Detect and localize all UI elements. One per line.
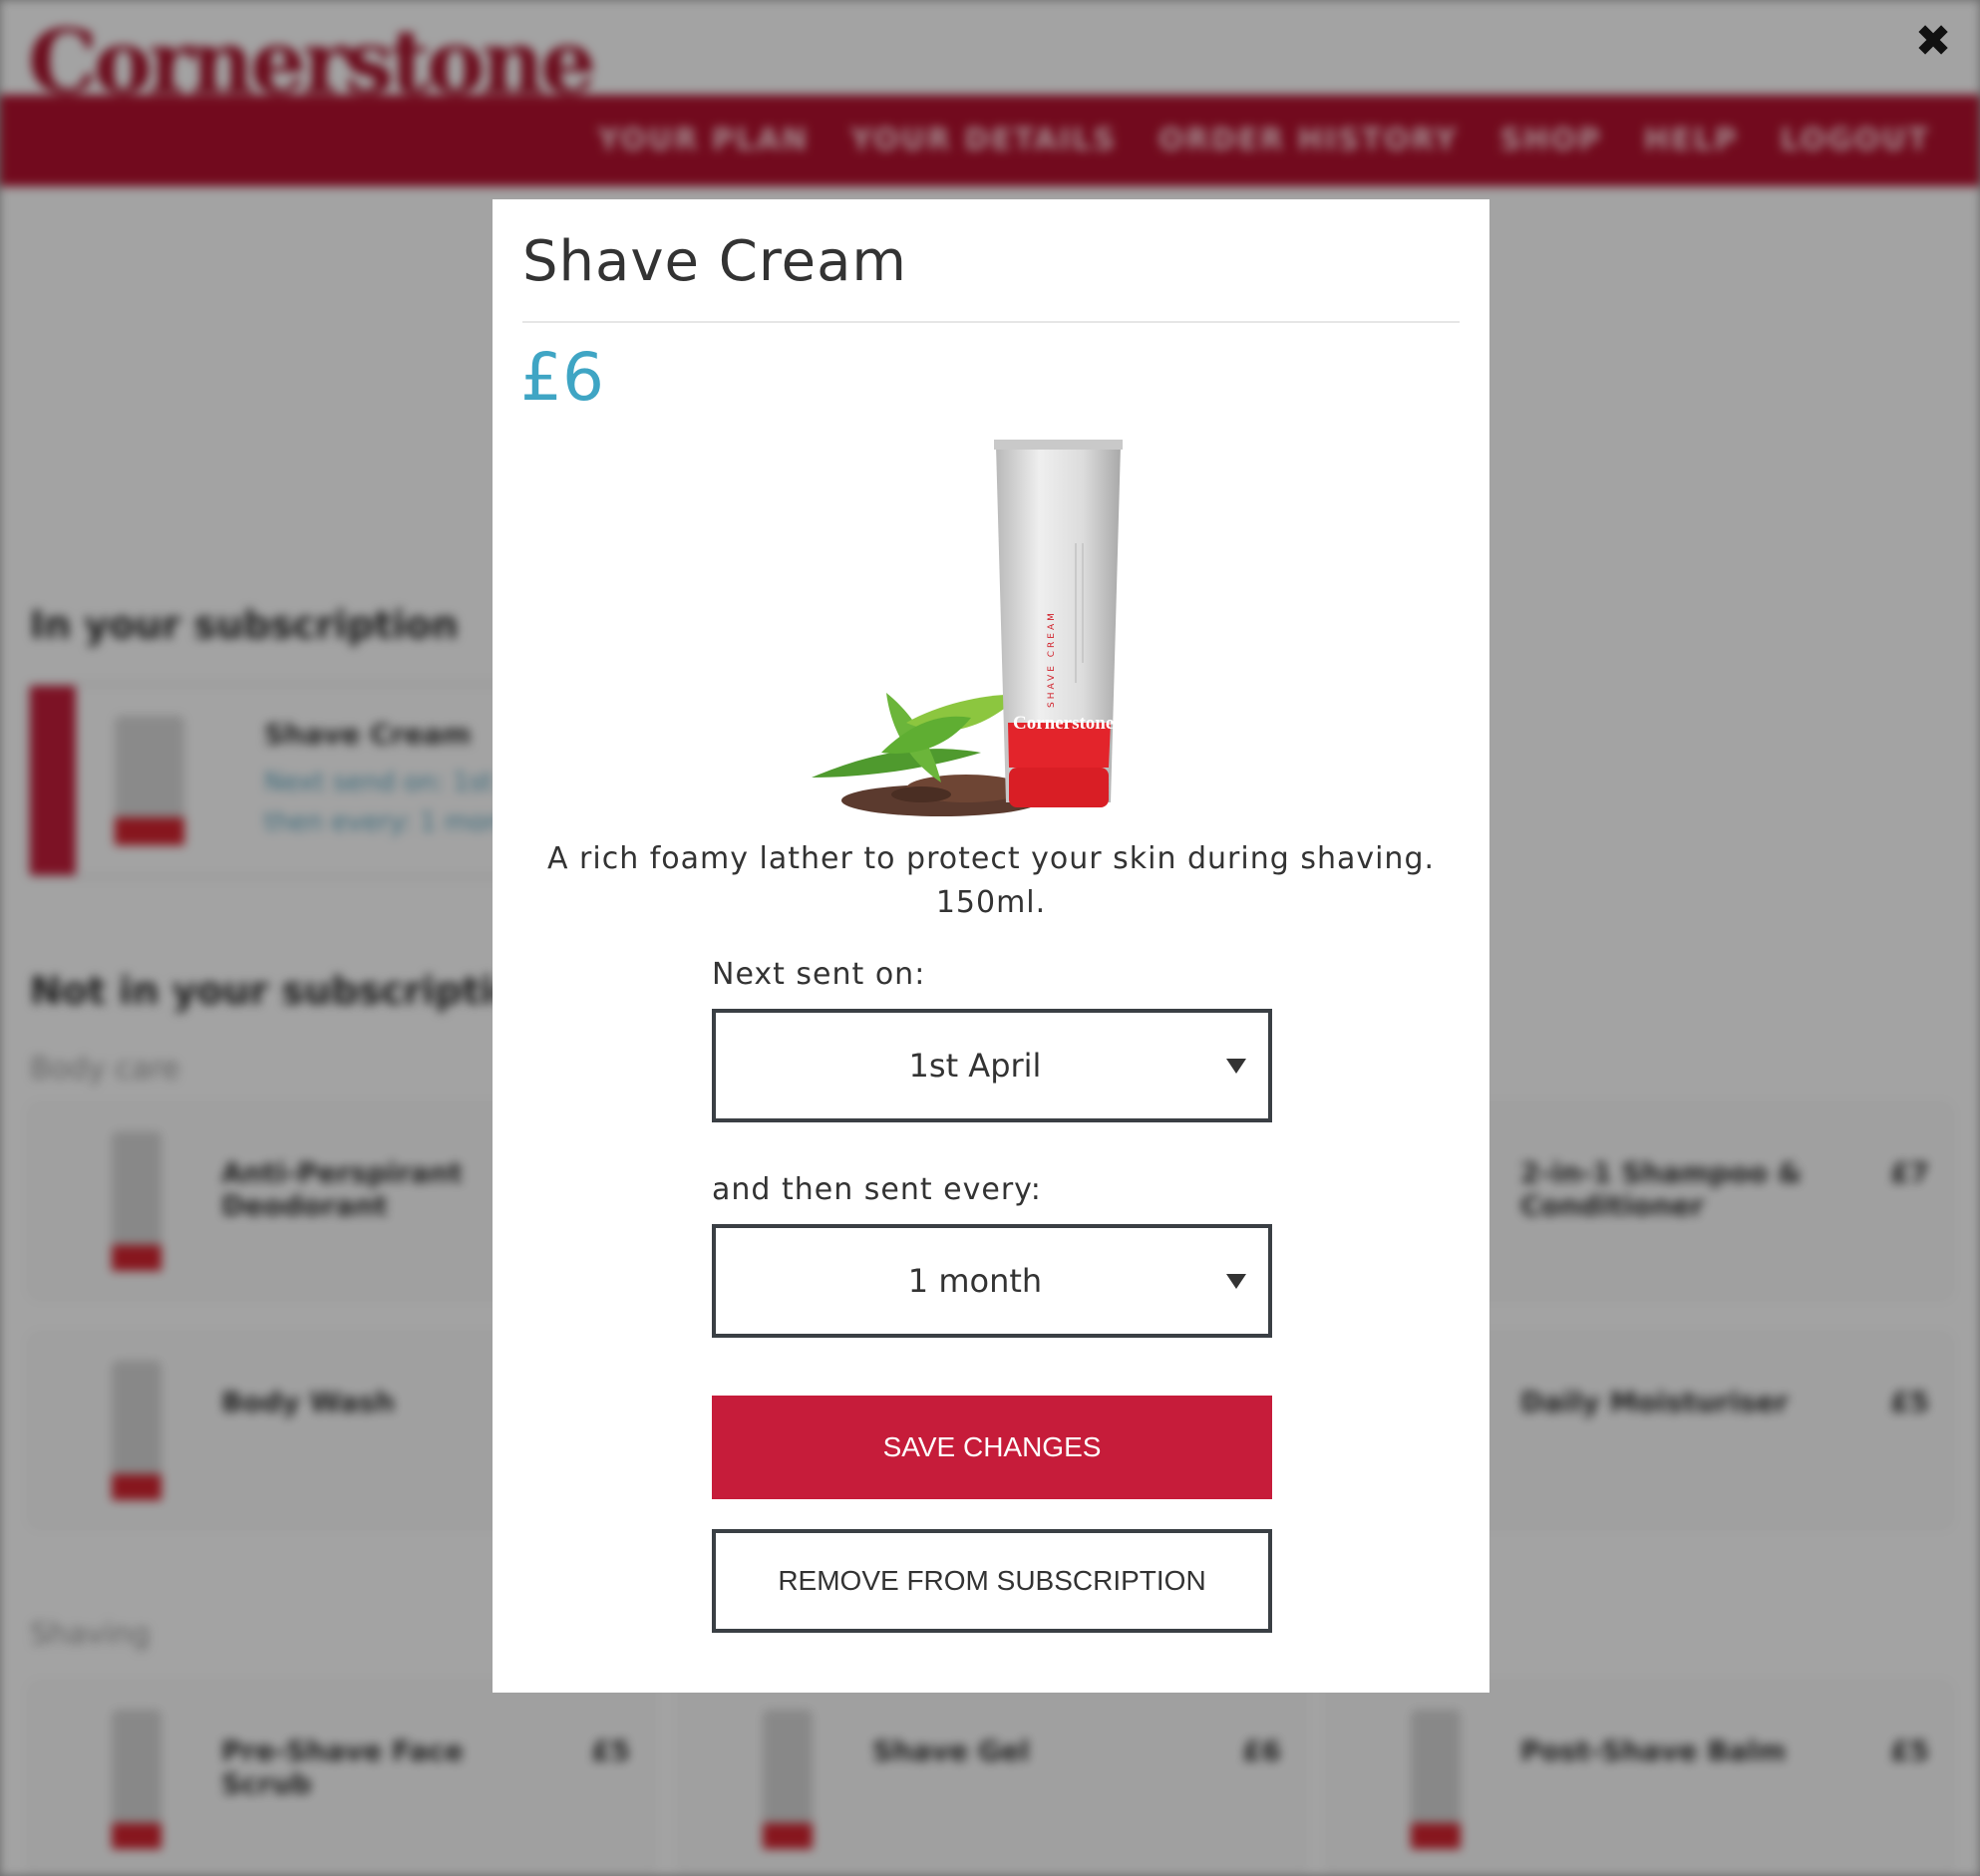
frequency-select[interactable]: 1 month	[712, 1224, 1272, 1338]
remove-from-subscription-button[interactable]: REMOVE FROM SUBSCRIPTION	[712, 1529, 1272, 1633]
next-sent-select[interactable]: 1st April	[712, 1009, 1272, 1122]
product-price: £6	[520, 339, 604, 416]
caret-down-icon	[1226, 1274, 1246, 1289]
save-changes-button[interactable]: SAVE CHANGES	[712, 1396, 1272, 1499]
frequency-value: 1 month	[907, 1262, 1043, 1300]
caret-down-icon	[1226, 1059, 1246, 1074]
frequency-label: and then sent every:	[712, 1172, 1042, 1207]
title-divider	[522, 321, 1460, 323]
modal-title: Shave Cream	[522, 229, 907, 294]
product-modal: Shave Cream £6 Cornerstone SHAVE CREAM A…	[493, 199, 1489, 1693]
tube-label-text: SHAVE CREAM	[1047, 610, 1057, 708]
close-icon[interactable]: ✖	[1911, 20, 1955, 64]
next-sent-label: Next sent on:	[712, 957, 926, 992]
next-sent-value: 1st April	[908, 1047, 1042, 1085]
product-image: Cornerstone SHAVE CREAM	[812, 440, 1123, 816]
tube-brand-text: Cornerstone	[1013, 713, 1114, 734]
product-description: A rich foamy lather to protect your skin…	[546, 841, 1436, 920]
